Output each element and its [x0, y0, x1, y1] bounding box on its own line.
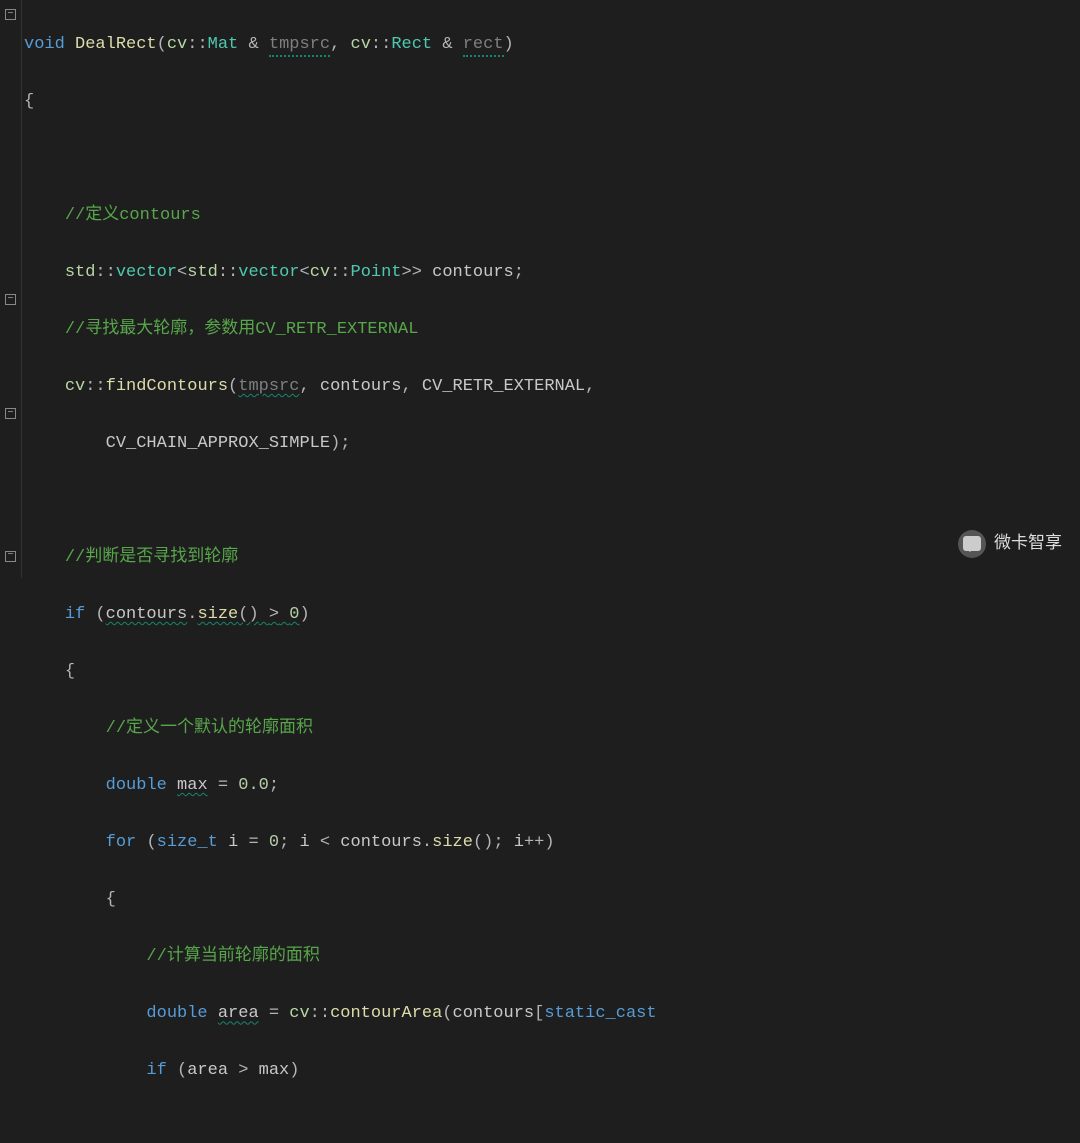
watermark-text: 微卡智享: [994, 529, 1062, 558]
code-line: cv::findContours(tmpsrc, contours, CV_RE…: [24, 373, 1080, 402]
fold-toggle[interactable]: −: [0, 401, 21, 430]
code-line: for (size_t i = 0; i < contours.size(); …: [24, 829, 1080, 858]
code-line: double max = 0.0;: [24, 772, 1080, 801]
code-line: //定义contours: [24, 202, 1080, 231]
code-line: //寻找最大轮廓，参数用CV_RETR_EXTERNAL: [24, 316, 1080, 345]
code-line: //计算当前轮廓的面积: [24, 943, 1080, 972]
code-content[interactable]: void DealRect(cv::Mat & tmpsrc, cv::Rect…: [22, 0, 1080, 578]
code-line: double area = cv::contourArea(contours[s…: [24, 1000, 1080, 1029]
watermark: 微卡智享: [958, 529, 1062, 558]
code-line: [24, 487, 1080, 516]
code-line: {: [24, 886, 1080, 915]
code-line: CV_CHAIN_APPROX_SIMPLE);: [24, 430, 1080, 459]
code-line: {: [24, 658, 1080, 687]
code-line: if (contours.size() > 0): [24, 601, 1080, 630]
code-line: std::vector<std::vector<cv::Point>> cont…: [24, 259, 1080, 288]
fold-toggle[interactable]: −: [0, 544, 21, 573]
code-line: [24, 145, 1080, 174]
fold-gutter: − − − −: [0, 0, 22, 578]
wechat-icon: [958, 530, 986, 558]
fold-toggle[interactable]: −: [0, 2, 21, 31]
code-line: //判断是否寻找到轮廓: [24, 544, 1080, 573]
code-line: void DealRect(cv::Mat & tmpsrc, cv::Rect…: [24, 31, 1080, 60]
code-line: if (area > max): [24, 1057, 1080, 1086]
fold-toggle[interactable]: −: [0, 287, 21, 316]
code-line: {: [24, 88, 1080, 117]
code-editor[interactable]: − − − − void DealRect(cv::Mat & tmpsrc, …: [0, 0, 1080, 578]
code-line: //定义一个默认的轮廓面积: [24, 715, 1080, 744]
